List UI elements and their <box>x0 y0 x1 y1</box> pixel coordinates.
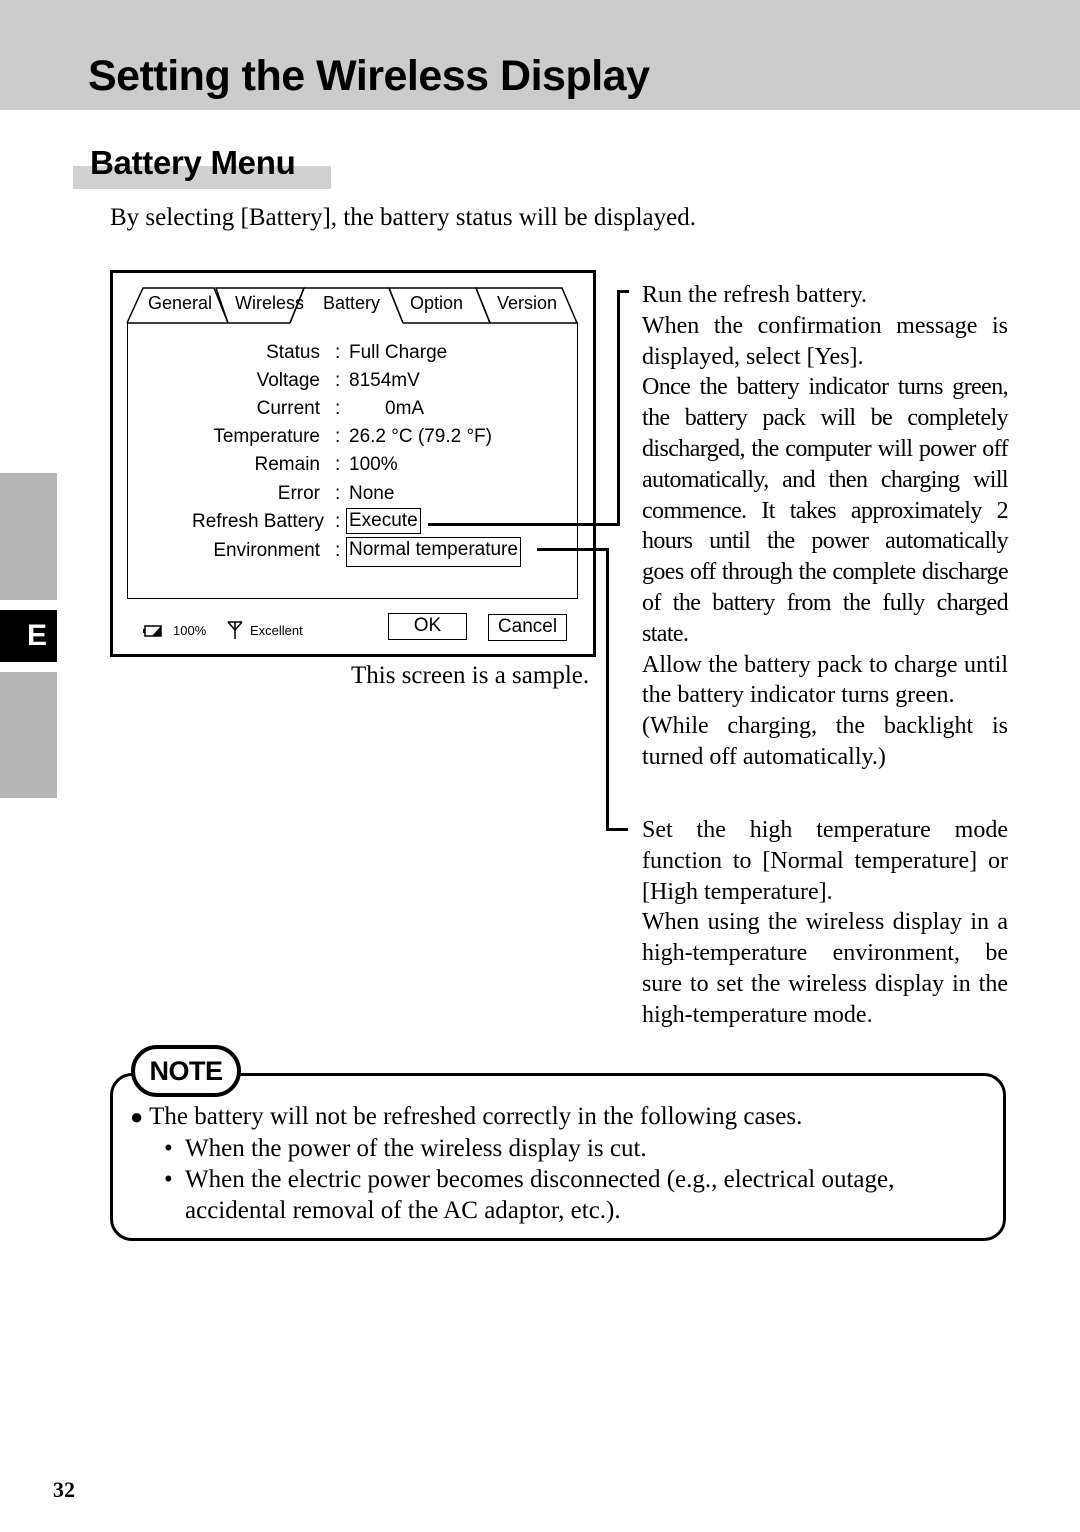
intro-paragraph: By selecting [Battery], the battery stat… <box>110 204 696 231</box>
row-label: Environment <box>213 540 320 561</box>
sample-caption: This screen is a sample. <box>351 662 590 689</box>
note-sub-text: When the power of the wireless display i… <box>185 1135 647 1162</box>
row-label: Voltage <box>256 370 320 391</box>
section-title: Battery Menu <box>90 144 296 181</box>
side-index-tab <box>0 473 57 600</box>
note-sub-item: • When the electric power becomes discon… <box>164 1164 994 1226</box>
sub-bullet-icon: • <box>164 1135 173 1162</box>
row-colon: : <box>335 511 341 532</box>
connector-line <box>606 548 609 831</box>
refresh-battery-annotation: Run the refresh battery. When the confir… <box>642 280 1009 773</box>
refresh-battery-execute-button[interactable]: Execute <box>346 508 421 534</box>
sub-bullet-icon: • <box>164 1166 173 1193</box>
tab-general[interactable]: General <box>148 292 212 314</box>
row-label: Current <box>256 398 320 419</box>
connector-line <box>606 828 628 831</box>
tab-wireless[interactable]: Wireless <box>235 292 304 314</box>
note-main-text: The battery will not be refreshed correc… <box>149 1103 803 1130</box>
row-colon: : <box>335 426 341 447</box>
antenna-icon <box>227 621 243 639</box>
row-colon: : <box>335 540 341 561</box>
bullet-icon: ● <box>130 1104 144 1129</box>
remain-value: 100% <box>349 454 398 475</box>
note-sub-item: • When the power of the wireless display… <box>164 1133 994 1164</box>
row-label: Remain <box>254 454 320 475</box>
row-colon: : <box>335 398 341 419</box>
row-label: Refresh Battery <box>192 511 324 532</box>
battery-level: 100% <box>173 623 207 638</box>
side-index-tab-current: E <box>0 610 57 662</box>
row-label: Temperature <box>213 426 320 447</box>
tab-version[interactable]: Version <box>497 292 557 314</box>
tab-battery[interactable]: Battery <box>323 292 380 314</box>
note-main-item: ● The battery will not be refreshed corr… <box>130 1102 802 1132</box>
annotation-line: (While charging, the backlight is turned… <box>642 713 1008 770</box>
annotation-line: When the confirmation message is display… <box>642 312 1008 370</box>
error-value: None <box>349 483 395 504</box>
environment-select[interactable]: Normal temperature <box>346 537 521 567</box>
environment-annotation: Set the high temperature mode function t… <box>642 815 1008 1031</box>
status-value: Full Charge <box>349 342 448 363</box>
signal-quality: Excellent <box>250 623 303 638</box>
side-index-tab <box>0 672 57 798</box>
row-colon: : <box>335 342 341 363</box>
connector-line <box>537 548 609 551</box>
row-colon: : <box>335 454 341 475</box>
row-label: Error <box>277 483 320 504</box>
row-label: Status <box>266 342 320 363</box>
connector-line <box>617 290 629 293</box>
annotation-line: Once the battery indicator turns green, … <box>642 374 1009 647</box>
annotation-line: When using the wireless display in a hig… <box>642 909 1008 1028</box>
temperature-value: 26.2 °C (79.2 °F) <box>349 426 492 447</box>
battery-icon <box>143 625 162 637</box>
annotation-line: Allow the battery pack to charge until t… <box>642 651 1008 709</box>
side-index-letter: E <box>26 619 47 652</box>
page-title: Setting the Wireless Display <box>88 52 650 100</box>
connector-line <box>428 523 620 526</box>
cancel-button[interactable]: Cancel <box>488 614 567 641</box>
voltage-value: 8154mV <box>349 370 420 391</box>
connector-line <box>617 290 620 526</box>
row-colon: : <box>335 483 341 504</box>
note-badge: NOTE <box>131 1045 241 1097</box>
ok-button[interactable]: OK <box>388 613 467 640</box>
annotation-line: Run the refresh battery. <box>642 282 868 308</box>
current-value: 0mA <box>385 398 425 419</box>
page-number: 32 <box>53 1477 75 1502</box>
note-sub-text: When the electric power becomes disconne… <box>185 1166 895 1224</box>
row-colon: : <box>335 370 341 391</box>
annotation-line: Set the high temperature mode function t… <box>642 817 1008 905</box>
tab-option[interactable]: Option <box>410 292 463 314</box>
